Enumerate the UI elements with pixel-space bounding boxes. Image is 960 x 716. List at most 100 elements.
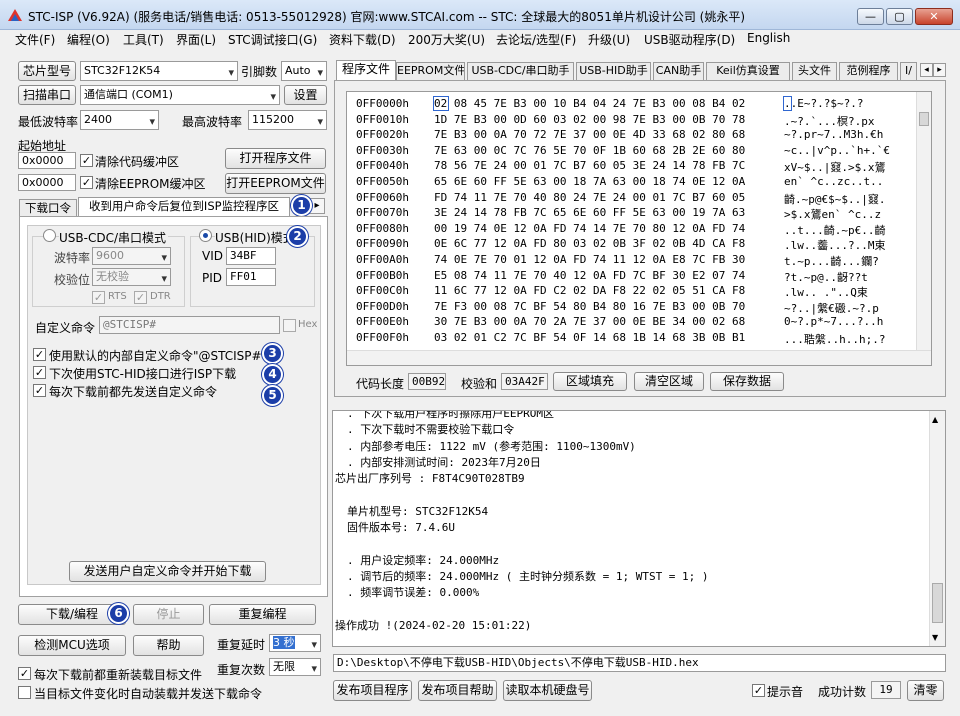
menu-item[interactable]: 界面(L) xyxy=(176,31,216,48)
repeat-delay-select[interactable]: 3 秒 xyxy=(269,634,321,652)
hex-vertical-scrollbar[interactable] xyxy=(916,92,931,350)
close-button[interactable]: ✕ xyxy=(915,8,953,25)
tab-1[interactable]: EEPROM文件 xyxy=(396,62,465,80)
clear-region-button[interactable]: 清空区域 xyxy=(634,372,704,391)
usb-hid-label: USB(HID)模式 xyxy=(215,229,297,246)
help-button[interactable]: 帮助 xyxy=(133,635,204,656)
tab-0[interactable]: 程序文件 xyxy=(336,60,396,80)
max-baud-select[interactable]: 115200 xyxy=(248,110,327,130)
scroll-down-icon[interactable]: ▼ xyxy=(932,633,938,642)
tab-2[interactable]: USB-CDC/串口助手 xyxy=(467,62,574,80)
settings-button[interactable]: 设置 xyxy=(284,85,327,105)
menu-item[interactable]: 去论坛/选型(F) xyxy=(496,31,576,48)
usb-cdc-radio[interactable] xyxy=(43,229,56,242)
open-eeprom-file-button[interactable]: 打开EEPROM文件 xyxy=(225,173,326,194)
log-output[interactable]: . 下次下载用户程序时擦除用户EEPROM区 . 下次下载时不需要校验下载口令 . … xyxy=(332,410,946,647)
tab-scroll-left[interactable]: ◂ xyxy=(920,63,933,77)
repeat-count-select[interactable]: 无限 xyxy=(269,658,321,676)
publish-help-button[interactable]: 发布项目帮助 xyxy=(418,680,497,701)
use-stc-hid-checkbox[interactable]: ✓ xyxy=(33,366,46,379)
sound-checkbox[interactable]: ✓ xyxy=(752,684,765,697)
menu-item[interactable]: 升级(U) xyxy=(588,31,630,48)
tab-8[interactable]: I/ xyxy=(900,62,917,80)
chip-model-button[interactable]: 芯片型号 xyxy=(18,61,76,81)
pid-input[interactable]: FF01 xyxy=(226,268,276,286)
chip-model-select[interactable]: STC32F12K54 xyxy=(80,61,238,81)
menu-item[interactable]: USB驱动程序(D) xyxy=(644,31,735,48)
default-command-checkbox[interactable]: ✓ xyxy=(33,348,46,361)
hex-file-path: D:\Desktop\不停电下载USB-HID\Objects\不停电下载USB… xyxy=(333,654,946,672)
scan-port-button[interactable]: 扫描串口 xyxy=(18,85,76,105)
repeat-count-label: 重复次数 xyxy=(217,663,266,677)
clear-eeprom-checkbox[interactable]: ✓ xyxy=(80,176,93,189)
log-line: 芯片出厂序列号 : F8T4C90T028TB9 xyxy=(335,472,525,486)
tab-download-password[interactable]: 下载口令 xyxy=(19,199,77,217)
hex-ascii: ~?.pr~7..M3h.€h xyxy=(784,128,884,142)
auto-load-checkbox[interactable] xyxy=(18,686,31,699)
menu-item[interactable]: English xyxy=(747,31,790,45)
min-baud-select[interactable]: 2400 xyxy=(80,110,159,130)
sound-label: 提示音 xyxy=(767,685,804,699)
tab-3[interactable]: USB-HID助手 xyxy=(576,62,651,80)
code-address-input[interactable]: 0x0000 xyxy=(18,152,76,169)
hex-checkbox[interactable] xyxy=(283,319,296,332)
hex-bytes: 65 6E 60 FF 5E 63 00 18 7A 63 00 18 74 0… xyxy=(434,175,746,188)
app-icon xyxy=(7,8,23,22)
baud-select[interactable]: 9600 xyxy=(92,247,171,265)
repeat-program-button[interactable]: 重复编程 xyxy=(209,604,316,625)
tab-7[interactable]: 范例程序 xyxy=(839,62,898,80)
hex-ascii: .~?.`...榠?.px xyxy=(784,114,875,128)
hex-horizontal-scrollbar[interactable] xyxy=(347,350,931,365)
tab-5[interactable]: Keil仿真设置 xyxy=(706,62,790,80)
tab-reset-to-isp[interactable]: 收到用户命令后复位到ISP监控程序区 xyxy=(78,197,290,217)
reload-target-checkbox[interactable]: ✓ xyxy=(18,667,31,680)
log-line: 单片机型号: STC32F12K54 xyxy=(347,504,489,518)
usb-hid-radio[interactable] xyxy=(199,229,212,242)
tab-scroll-right[interactable]: ▸ xyxy=(933,63,946,77)
parity-select[interactable]: 无校验 xyxy=(92,268,171,286)
send-before-download-checkbox[interactable]: ✓ xyxy=(33,384,46,397)
minimize-button[interactable]: — xyxy=(857,8,884,25)
hex-ascii: ~c..|v^p..`h+.`€ xyxy=(784,143,890,157)
detect-mcu-button[interactable]: 检测MCU选项 xyxy=(18,635,126,656)
log-line: . 下次下载时不需要校验下载口令 xyxy=(347,423,515,437)
pin-count-select[interactable]: Auto xyxy=(281,61,327,81)
vid-input[interactable]: 34BF xyxy=(226,247,276,265)
hex-bytes: 74 0E 7E 70 01 12 0A FD 74 11 12 0A E8 7… xyxy=(434,253,746,266)
open-program-file-button[interactable]: 打开程序文件 xyxy=(225,148,326,169)
port-select[interactable]: 通信端口 (COM1) xyxy=(80,85,280,105)
fill-region-button[interactable]: 区域填充 xyxy=(553,372,627,391)
annotation-badge: 4 xyxy=(262,364,283,385)
clear-code-checkbox[interactable]: ✓ xyxy=(80,154,93,167)
read-disk-id-button[interactable]: 读取本机硬盘号 xyxy=(503,680,592,701)
clear-count-button[interactable]: 清零 xyxy=(907,680,944,701)
hex-address: 0FF0020h xyxy=(356,128,409,142)
menu-item[interactable]: 工具(T) xyxy=(123,31,164,48)
rts-checkbox[interactable]: ✓ xyxy=(92,291,105,304)
hex-view[interactable]: 0FF0000h 02 08 45 7E B3 00 10 B4 04 24 7E… xyxy=(346,91,932,366)
custom-command-input[interactable]: @STCISP# xyxy=(99,316,280,334)
log-scrollbar[interactable]: ▲ ▼ xyxy=(929,411,945,646)
menu-item[interactable]: 编程(O) xyxy=(67,31,110,48)
dtr-checkbox[interactable]: ✓ xyxy=(134,291,147,304)
menu-item[interactable]: 文件(F) xyxy=(15,31,55,48)
scroll-thumb[interactable] xyxy=(932,583,943,623)
menu-item[interactable]: 200万大奖(U) xyxy=(408,31,485,48)
hex-bytes: E5 08 74 11 7E 70 40 12 0A FD 7C BF 30 E… xyxy=(434,268,746,282)
hex-ascii: en` ^c..zc..t.. xyxy=(784,175,884,188)
save-data-button[interactable]: 保存数据 xyxy=(710,372,784,391)
maximize-button[interactable]: ▢ xyxy=(886,8,913,25)
eeprom-address-input[interactable]: 0x0000 xyxy=(18,174,76,191)
menu-item[interactable]: STC调试接口(G) xyxy=(228,31,317,48)
send-command-download-button[interactable]: 发送用户自定义命令并开始下载 xyxy=(69,561,266,582)
menu-item[interactable]: 资料下载(D) xyxy=(329,31,396,48)
scroll-up-icon[interactable]: ▲ xyxy=(932,415,938,424)
stop-button[interactable]: 停止 xyxy=(133,604,204,625)
hex-address: 0FF0080h xyxy=(356,221,409,235)
pin-count-label: 引脚数 xyxy=(241,65,278,79)
tab-4[interactable]: CAN助手 xyxy=(653,62,704,80)
hex-bytes: 7E B3 00 0A 70 72 7E 37 00 0E 4D 33 68 0… xyxy=(434,128,746,142)
default-command-label: 使用默认的内部自定义命令"@STCISP#" xyxy=(49,349,268,363)
publish-program-button[interactable]: 发布项目程序 xyxy=(333,680,412,701)
tab-6[interactable]: 头文件 xyxy=(792,62,837,80)
